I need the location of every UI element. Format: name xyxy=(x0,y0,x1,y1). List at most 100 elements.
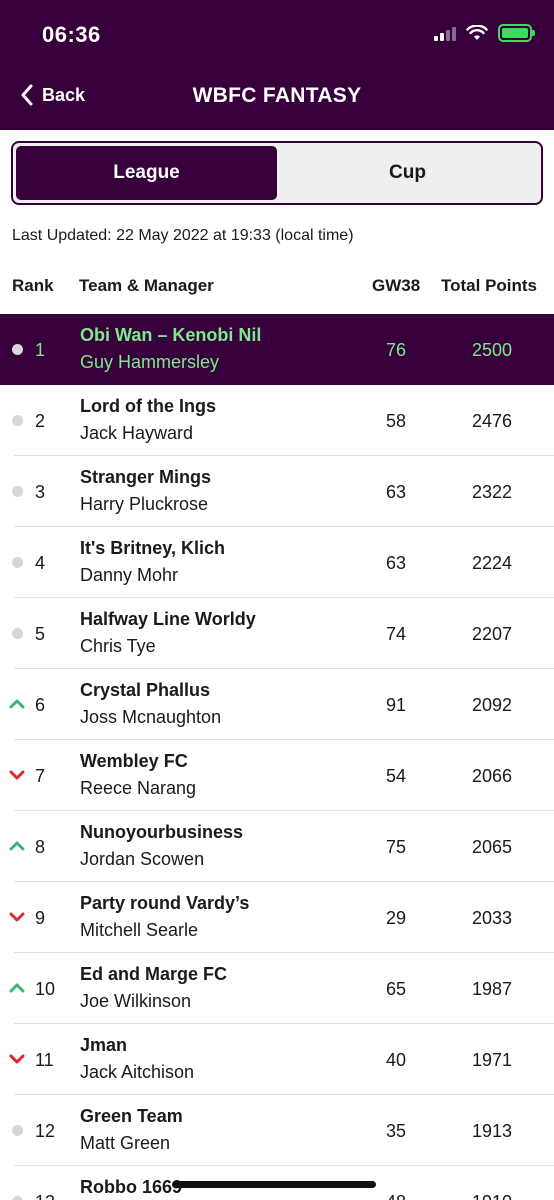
rank-number: 1 xyxy=(35,340,46,360)
column-header-total: Total Points xyxy=(441,276,538,295)
no-change-dot-icon xyxy=(9,484,25,498)
last-updated-text: Last Updated: 22 May 2022 at 19:33 (loca… xyxy=(12,227,354,244)
arrow-down-icon xyxy=(9,910,25,924)
team-name: Jman xyxy=(80,1035,128,1055)
total-points: 1913 xyxy=(471,1121,513,1141)
rank-number: 13 xyxy=(35,1192,55,1200)
manager-name: Jack Hayward xyxy=(80,423,194,443)
team-name: Ed and Marge FC xyxy=(80,964,228,984)
no-change-dot-icon xyxy=(9,1194,25,1200)
gameweek-points: 74 xyxy=(385,624,407,644)
rank-number: 7 xyxy=(35,766,46,786)
team-name: Wembley FC xyxy=(80,751,188,771)
rank-number: 10 xyxy=(35,979,56,999)
team-name: Party round Vardy’s xyxy=(80,893,250,913)
table-row[interactable]: 12 Green Team Matt Green 35 1913 xyxy=(0,1095,554,1166)
table-row[interactable]: 8 Nunoyourbusiness Jordan Scowen 75 2065 xyxy=(0,811,554,882)
rank-number: 2 xyxy=(35,411,46,431)
column-header-team: Team & Manager xyxy=(79,276,214,295)
rank-number: 6 xyxy=(35,695,46,715)
table-row[interactable]: 10 Ed and Marge FC Joe Wilkinson 65 1987 xyxy=(0,953,554,1024)
table-row[interactable]: 1 Obi Wan – Kenobi Nil Guy Hammersley 76 250… xyxy=(0,314,554,385)
team-name: Stranger Mings xyxy=(80,467,212,487)
team-name: Crystal Phallus xyxy=(80,680,211,700)
total-points: 2092 xyxy=(471,695,513,715)
wifi-icon xyxy=(466,25,488,40)
gameweek-points: 48 xyxy=(368,1192,424,1200)
manager-name: Joss Mcnaughton xyxy=(80,707,222,727)
signal-icon xyxy=(434,25,456,41)
page-title: WBFC FANTASY xyxy=(192,84,362,107)
rank-number: 8 xyxy=(35,837,46,857)
gameweek-points: 63 xyxy=(385,482,407,502)
battery-icon xyxy=(498,24,535,42)
table-row[interactable]: 5 Halfway Line Worldy Chris Tye 74 2207 xyxy=(0,598,554,669)
no-change-dot-icon xyxy=(9,342,25,356)
table-row[interactable]: 2 Lord of the Ings Jack Hayward 58 2476 xyxy=(0,385,554,456)
no-change-dot-icon xyxy=(9,626,25,640)
table-row[interactable]: 3 Stranger Mings Harry Pluckrose 63 2322 xyxy=(0,456,554,527)
manager-name: Reece Narang xyxy=(80,778,197,798)
table-row[interactable]: 11 Jman Jack Aitchison 40 1971 xyxy=(0,1024,554,1095)
gameweek-points: 29 xyxy=(385,908,407,928)
gameweek-points: 40 xyxy=(385,1050,407,1070)
home-indicator xyxy=(172,1181,376,1188)
no-change-dot-icon xyxy=(9,1123,25,1137)
rank-number: 3 xyxy=(35,482,46,502)
total-points: 2033 xyxy=(471,908,513,928)
table-row[interactable]: 9 Party round Vardy’s Mitchell Searle 29 203… xyxy=(0,882,554,953)
gameweek-points: 58 xyxy=(385,411,407,431)
total-points: 1987 xyxy=(471,979,513,999)
total-points: 2476 xyxy=(471,411,513,431)
team-name: Lord of the Ings xyxy=(80,396,216,416)
total-points: 2066 xyxy=(471,766,513,786)
tab-league[interactable]: League xyxy=(16,146,277,200)
status-time: 06:36 xyxy=(42,22,101,47)
arrow-up-icon xyxy=(9,839,25,853)
status-icons xyxy=(434,24,535,42)
table-row[interactable]: 6 Crystal Phallus Joss Mcnaughton 91 2092 xyxy=(0,669,554,740)
team-name: Robbo 1669 xyxy=(80,1177,183,1197)
arrow-up-icon xyxy=(9,981,25,995)
no-change-dot-icon xyxy=(9,555,25,569)
manager-name: Harry Pluckrose xyxy=(80,494,209,514)
rank-number: 5 xyxy=(35,624,46,644)
total-points: 2322 xyxy=(471,482,513,502)
manager-name: Mitchell Searle xyxy=(80,920,199,940)
table-row[interactable]: 7 Wembley FC Reece Narang 54 2066 xyxy=(0,740,554,811)
gameweek-points: 75 xyxy=(385,837,407,857)
arrow-down-icon xyxy=(9,768,25,782)
total-points: 2065 xyxy=(471,837,513,857)
rank-number: 4 xyxy=(35,553,46,573)
gameweek-points: 76 xyxy=(385,340,407,360)
standings-table: 1 Obi Wan – Kenobi Nil Guy Hammersley 76 250… xyxy=(0,314,554,1200)
team-name: Green Team xyxy=(80,1106,183,1126)
total-points: 2224 xyxy=(471,553,513,573)
total-points: 1971 xyxy=(471,1050,513,1070)
table-header: Rank Team & Manager GW38 Total Points xyxy=(0,272,554,300)
manager-name: Jack Aitchison xyxy=(80,1062,195,1082)
team-name: Nunoyourbusiness xyxy=(80,822,244,842)
total-points: 1910 xyxy=(450,1192,534,1200)
team-name: Obi Wan – Kenobi Nil xyxy=(80,325,262,345)
gameweek-points: 54 xyxy=(385,766,407,786)
rank-number: 9 xyxy=(35,908,46,928)
gameweek-points: 91 xyxy=(385,695,407,715)
no-change-dot-icon xyxy=(9,413,25,427)
manager-name: Guy Hammersley xyxy=(80,352,220,372)
app-header: 06:36 Back WBFC FANTASY xyxy=(0,0,554,130)
gameweek-points: 63 xyxy=(385,553,407,573)
table-row[interactable]: 4 It's Britney, Klich Danny Mohr 63 2224 xyxy=(0,527,554,598)
manager-name: Danny Mohr xyxy=(80,565,179,585)
rank-number: 11 xyxy=(35,1050,54,1070)
column-header-gw: GW38 xyxy=(372,276,421,295)
total-points: 2500 xyxy=(471,340,513,360)
team-name: Halfway Line Worldy xyxy=(80,609,256,629)
manager-name: Jordan Scowen xyxy=(80,849,205,869)
manager-name: Joe Wilkinson xyxy=(80,991,192,1011)
tab-cup[interactable]: Cup xyxy=(277,146,538,200)
manager-name: Matt Green xyxy=(80,1133,171,1153)
gameweek-points: 65 xyxy=(385,979,407,999)
team-name: It's Britney, Klich xyxy=(80,538,225,558)
manager-name: Chris Tye xyxy=(80,636,156,656)
